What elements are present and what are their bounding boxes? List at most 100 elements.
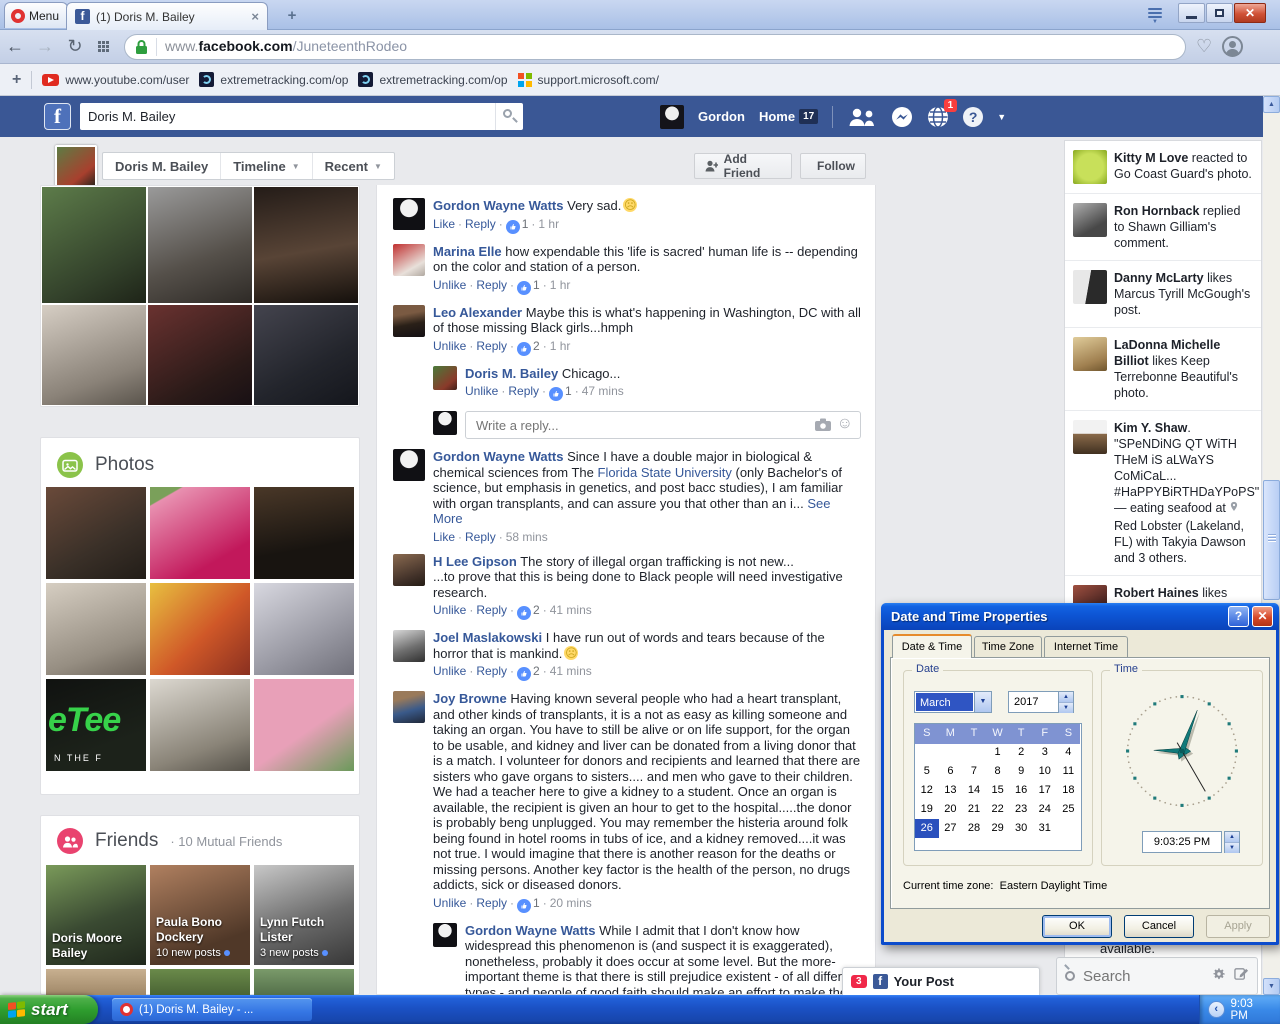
reply-link[interactable]: Reply (465, 217, 496, 231)
chat-search-input[interactable] (1083, 968, 1203, 985)
avatar[interactable] (393, 691, 425, 723)
calendar-day[interactable]: 17 (1033, 781, 1057, 800)
bookmark-extremetracking-1[interactable]: extremetracking.com/op (199, 72, 348, 87)
calendar-day[interactable]: 31 (1033, 819, 1057, 838)
unlike-link[interactable]: Unlike (433, 896, 466, 910)
reply-link[interactable]: Reply (476, 896, 507, 910)
browser-tab[interactable]: f (1) Doris M. Bailey × (66, 2, 268, 30)
avatar[interactable] (393, 198, 425, 230)
avatar[interactable] (433, 923, 457, 947)
calendar-day[interactable]: 26 (915, 819, 939, 838)
comment-author[interactable]: Gordon Wayne Watts (465, 923, 595, 938)
photo-thumbnail[interactable] (46, 487, 146, 579)
like-count[interactable]: 2 (517, 603, 540, 617)
calendar-day[interactable]: 2 (1009, 743, 1033, 762)
calendar-day[interactable]: 29 (986, 819, 1010, 838)
smiley-icon[interactable]: ☺ (837, 415, 853, 433)
friends-title[interactable]: Friends (95, 830, 158, 852)
tab-time-zone[interactable]: Time Zone (974, 636, 1042, 657)
avatar[interactable] (660, 105, 684, 129)
bookmark-youtube[interactable]: www.youtube.com/user (42, 73, 189, 87)
start-button[interactable]: start (0, 995, 98, 1024)
reply-link[interactable]: Reply (476, 278, 507, 292)
calendar-day[interactable]: 23 (1009, 800, 1033, 819)
photo-thumbnail[interactable] (150, 487, 250, 579)
calendar-day[interactable]: 28 (962, 819, 986, 838)
time-field[interactable]: 9:03:25 PM (1142, 831, 1222, 853)
close-button[interactable]: ✕ (1234, 3, 1266, 23)
photo-thumbnail[interactable] (254, 679, 354, 771)
calendar-day[interactable]: 11 (1057, 762, 1081, 781)
add-bookmark-icon[interactable]: + (12, 71, 21, 89)
calendar-day[interactable]: 7 (962, 762, 986, 781)
friend-tile[interactable] (254, 969, 354, 995)
comment-author[interactable]: Joy Browne (433, 691, 507, 706)
tab-date-time[interactable]: Date & Time (892, 634, 972, 658)
your-post-chat-tab[interactable]: 3 f Your Post (842, 967, 1040, 995)
spin-down-icon[interactable]: ▼ (1225, 843, 1239, 853)
comment-author[interactable]: Doris M. Bailey (465, 366, 558, 381)
calendar-day[interactable]: 24 (1033, 800, 1057, 819)
messenger-icon[interactable] (891, 106, 913, 128)
home-link[interactable]: Home (759, 109, 795, 124)
help-icon[interactable]: ? (963, 107, 983, 127)
ticker-name[interactable]: Kitty M Love (1114, 151, 1188, 165)
apply-button[interactable]: Apply (1206, 915, 1270, 938)
camera-icon[interactable] (815, 418, 831, 436)
avatar[interactable] (393, 244, 425, 276)
avatar[interactable] (433, 366, 457, 390)
reload-icon[interactable]: ↻ (60, 36, 90, 57)
follow-button[interactable]: Follow (800, 153, 866, 179)
like-count[interactable]: 1 (517, 896, 540, 910)
like-link[interactable]: Like (433, 530, 455, 544)
browser-menu-button[interactable]: Menu (4, 2, 68, 28)
calendar-day[interactable]: 22 (986, 800, 1010, 819)
year-spinner[interactable]: 2017 ▲▼ (1008, 691, 1074, 713)
ticker-name[interactable]: Ron Hornback (1114, 204, 1199, 218)
dialog-close-icon[interactable]: ✕ (1252, 606, 1273, 627)
fsu-link[interactable]: Florida State University (598, 465, 732, 480)
avatar[interactable] (1073, 337, 1107, 371)
calendar-day[interactable]: 20 (939, 800, 963, 819)
spin-up-icon[interactable]: ▲ (1059, 692, 1073, 703)
taskbar-item[interactable]: (1) Doris M. Bailey - ... (112, 998, 312, 1021)
cancel-button[interactable]: Cancel (1124, 915, 1194, 938)
collage-photo[interactable] (42, 187, 146, 303)
comment-author[interactable]: Joel Maslakowski (433, 630, 542, 645)
tab-close-icon[interactable]: × (251, 9, 259, 24)
calendar[interactable]: SMTWTFS123456789101112131415161718192021… (914, 723, 1082, 851)
photos-title[interactable]: Photos (95, 454, 154, 476)
dialog-help-icon[interactable]: ? (1228, 606, 1249, 627)
calendar-day[interactable]: 4 (1057, 743, 1081, 762)
like-count[interactable]: 2 (517, 664, 540, 678)
friend-requests-icon[interactable] (847, 107, 877, 127)
calendar-day[interactable]: 5 (915, 762, 939, 781)
profile-link[interactable]: Gordon (698, 109, 745, 124)
calendar-day[interactable]: 9 (1009, 762, 1033, 781)
friend-tile[interactable]: Paula Bono Dockery10 new posts (150, 865, 250, 965)
calendar-day[interactable]: 6 (939, 762, 963, 781)
avatar[interactable] (393, 449, 425, 481)
photo-thumbnail[interactable] (46, 583, 146, 675)
spin-up-icon[interactable]: ▲ (1225, 832, 1239, 843)
recent-tab[interactable]: Recent▼ (313, 153, 394, 179)
collage-photo[interactable] (42, 305, 146, 405)
facebook-search-input[interactable] (80, 103, 495, 130)
avatar[interactable] (393, 554, 425, 586)
collage-photo[interactable] (148, 187, 252, 303)
ticker-name[interactable]: Kim Y. Shaw (1114, 421, 1187, 435)
avatar[interactable] (1073, 150, 1107, 184)
unlike-link[interactable]: Unlike (433, 339, 466, 353)
restore-button[interactable] (1206, 3, 1233, 23)
ticker-name[interactable]: Danny McLarty (1114, 271, 1204, 285)
comment-author[interactable]: Gordon Wayne Watts (433, 449, 563, 464)
like-count[interactable]: 1 (506, 217, 529, 231)
friend-tile[interactable]: Doris Moore Bailey (46, 865, 146, 965)
friend-tile[interactable] (150, 969, 250, 995)
new-tab-button[interactable]: + (280, 8, 304, 25)
bookmark-heart-icon[interactable]: ♡ (1196, 36, 1212, 57)
like-count[interactable]: 1 (549, 384, 572, 398)
bookmark-extremetracking-2[interactable]: extremetracking.com/op (358, 72, 507, 87)
comment-author[interactable]: Gordon Wayne Watts (433, 198, 563, 213)
avatar[interactable] (1073, 270, 1107, 304)
